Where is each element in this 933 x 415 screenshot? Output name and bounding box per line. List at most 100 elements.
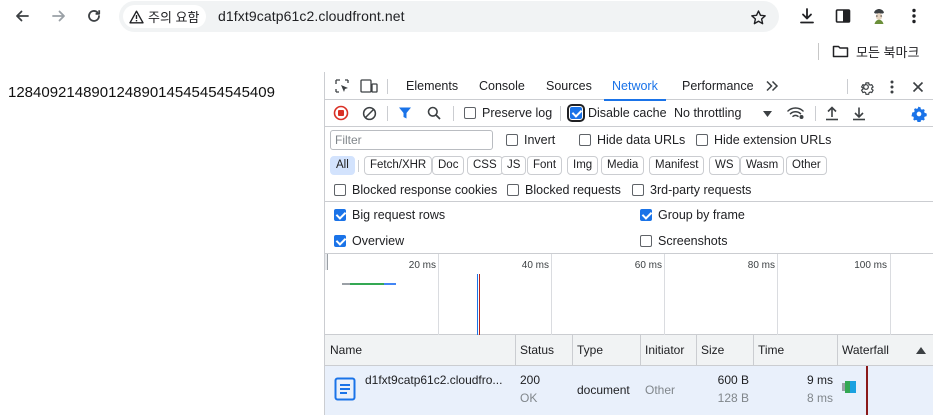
- tab-sources[interactable]: Sources: [546, 72, 592, 100]
- big-request-rows-label: Big request rows: [352, 208, 446, 222]
- filter-row: Invert Hide data URLs Hide extension URL…: [325, 127, 933, 154]
- type-filter-img[interactable]: Img: [567, 156, 599, 175]
- group-by-frame-checkbox[interactable]: [640, 209, 652, 221]
- devtools-menu-button[interactable]: [885, 78, 899, 95]
- page-number-text: 12840921489012489014545454545409: [8, 84, 275, 101]
- overview-checkbox[interactable]: [334, 235, 346, 247]
- type-filter-ws[interactable]: WS: [709, 156, 740, 175]
- disable-cache-label: Disable cache: [588, 106, 667, 120]
- download-button[interactable]: [795, 5, 819, 27]
- type-filter-font[interactable]: Font: [527, 156, 563, 175]
- overview-tick-label: 80 ms: [747, 260, 775, 271]
- type-filter-media[interactable]: Media: [601, 156, 645, 175]
- browser-toolbar: 주의 요함 d1fxt9catp61c2.cloudfront.net: [0, 0, 933, 34]
- device-toolbar-button[interactable]: [359, 78, 379, 94]
- column-header-time[interactable]: Time: [753, 335, 784, 366]
- browser-menu-button[interactable]: [902, 5, 926, 27]
- folder-icon: [832, 45, 849, 58]
- wifi-settings-icon: [787, 107, 804, 119]
- more-tabs-button[interactable]: [764, 78, 780, 94]
- sort-ascending-icon: [916, 347, 926, 354]
- overview-left-handle[interactable]: [325, 254, 328, 270]
- all-bookmarks-folder[interactable]: 모든 북마크: [832, 41, 919, 61]
- page-viewport: 12840921489012489014545454545409: [0, 72, 324, 415]
- bookmark-star-button[interactable]: [747, 6, 769, 28]
- throttling-value: No throttling: [674, 106, 742, 120]
- column-header-status[interactable]: Status: [515, 335, 554, 366]
- type-filter-doc[interactable]: Doc: [432, 156, 465, 175]
- devtools-panel: Elements Console Sources Network Perform…: [324, 72, 933, 415]
- address-bar[interactable]: 주의 요함 d1fxt9catp61c2.cloudfront.net: [119, 1, 779, 32]
- clear-log-button[interactable]: [361, 105, 377, 121]
- column-header-waterfall[interactable]: Waterfall: [837, 335, 889, 366]
- profile-avatar-button[interactable]: [867, 5, 891, 27]
- chip-separator: [358, 160, 359, 172]
- export-har-button[interactable]: [851, 105, 867, 121]
- type-filter-fetch-xhr[interactable]: Fetch/XHR: [364, 156, 433, 175]
- warning-triangle-icon: [129, 10, 144, 23]
- hide-data-urls-checkbox[interactable]: [579, 134, 591, 146]
- table-row[interactable]: d1fxt9catp61c2.cloudfro... 200 OK docume…: [325, 366, 933, 415]
- blocked-response-cookies-checkbox[interactable]: [334, 184, 346, 196]
- request-time-total: 9 ms: [806, 373, 833, 387]
- network-conditions-button[interactable]: [787, 105, 805, 121]
- tab-performance[interactable]: Performance: [682, 72, 754, 100]
- column-header-initiator[interactable]: Initiator: [640, 335, 684, 366]
- toolbar-separator: [453, 106, 454, 121]
- preserve-log-checkbox[interactable]: [464, 107, 476, 119]
- overview-gridline: [551, 254, 552, 335]
- overview-dom-content-loaded-marker: [477, 274, 478, 335]
- invert-checkbox[interactable]: [506, 134, 518, 146]
- inspect-element-button[interactable]: [333, 78, 351, 94]
- overview-label: Overview: [352, 234, 405, 248]
- throttling-select[interactable]: No throttling: [671, 100, 777, 127]
- filter-input[interactable]: [330, 130, 493, 150]
- side-panel-button[interactable]: [831, 5, 855, 27]
- preserve-log-label: Preserve log: [482, 106, 553, 120]
- side-panel-icon: [835, 9, 851, 23]
- column-header-size[interactable]: Size: [696, 335, 724, 366]
- overview-request-wait-bar: [342, 283, 350, 285]
- device-mode-icon: [360, 79, 378, 93]
- type-filter-js[interactable]: JS: [501, 156, 527, 175]
- tab-separator: [847, 79, 848, 94]
- group-by-frame-label: Group by frame: [658, 208, 745, 222]
- url-text: d1fxt9catp61c2.cloudfront.net: [218, 8, 405, 24]
- overview-gridline: [777, 254, 778, 335]
- third-party-requests-checkbox[interactable]: [632, 184, 644, 196]
- type-filter-css[interactable]: CSS: [467, 156, 503, 175]
- screenshots-checkbox[interactable]: [640, 235, 652, 247]
- search-button[interactable]: [426, 105, 442, 121]
- stop-recording-button[interactable]: [333, 105, 349, 121]
- tab-separator: [387, 79, 388, 94]
- tab-console[interactable]: Console: [479, 72, 525, 100]
- column-header-type[interactable]: Type: [572, 335, 603, 366]
- close-devtools-button[interactable]: [910, 78, 926, 95]
- type-filter-wasm[interactable]: Wasm: [740, 156, 785, 175]
- security-chip[interactable]: 주의 요함: [123, 5, 207, 28]
- disable-cache-checkbox[interactable]: [567, 104, 585, 122]
- funnel-icon: [399, 107, 411, 119]
- filter-toggle-button[interactable]: [397, 105, 413, 121]
- type-filter-all[interactable]: All: [330, 156, 355, 175]
- devtools-settings-button[interactable]: [857, 78, 875, 95]
- import-har-button[interactable]: [824, 105, 840, 121]
- tab-network[interactable]: Network: [604, 72, 666, 101]
- hide-extension-urls-checkbox[interactable]: [696, 134, 708, 146]
- network-settings-button[interactable]: [910, 105, 927, 122]
- type-filter-manifest[interactable]: Manifest: [649, 156, 705, 175]
- type-filter-other[interactable]: Other: [786, 156, 827, 175]
- back-button[interactable]: [9, 4, 35, 28]
- column-header-name[interactable]: Name: [325, 335, 362, 366]
- network-overview-timeline[interactable]: 20 ms 40 ms 60 ms 80 ms 100 ms: [325, 254, 933, 335]
- tab-elements[interactable]: Elements: [406, 72, 458, 100]
- big-request-rows-checkbox[interactable]: [334, 209, 346, 221]
- blocked-requests-checkbox[interactable]: [507, 184, 519, 196]
- forward-button[interactable]: [46, 4, 72, 28]
- invert-label: Invert: [524, 133, 556, 147]
- arrow-right-icon: [52, 10, 65, 22]
- request-size-resource: 128 B: [717, 391, 749, 405]
- request-size-transferred: 600 B: [717, 373, 749, 387]
- request-name[interactable]: d1fxt9catp61c2.cloudfro...: [365, 373, 502, 387]
- reload-button[interactable]: [81, 4, 107, 28]
